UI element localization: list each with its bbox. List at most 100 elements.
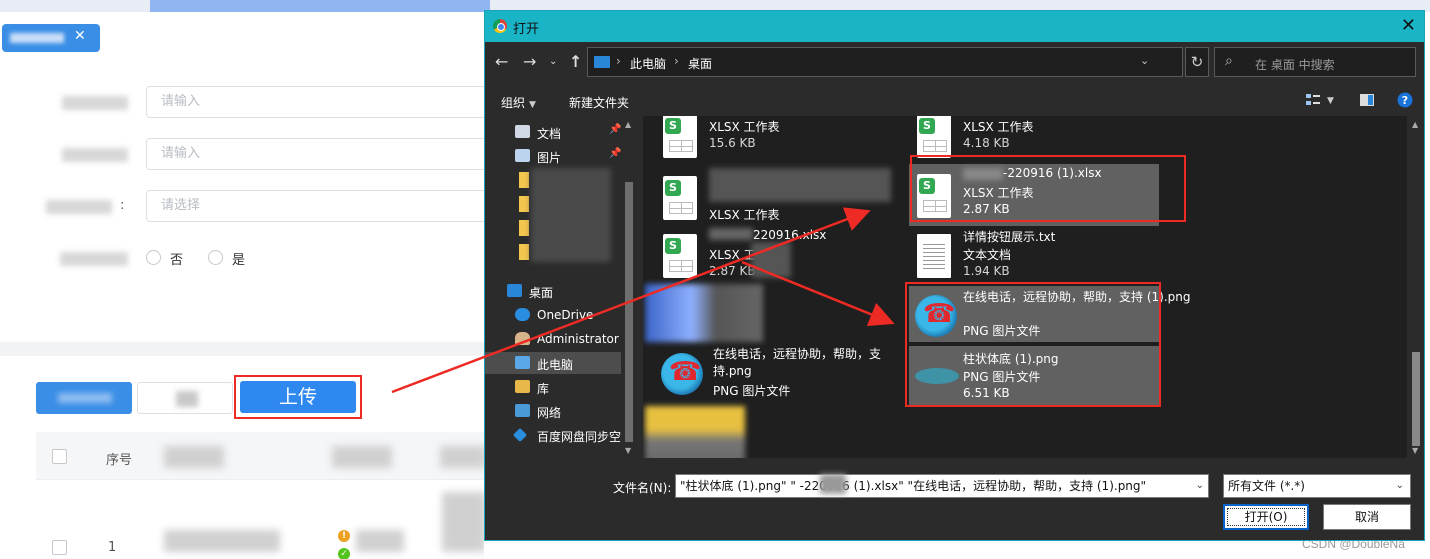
select-all-checkbox[interactable] <box>52 449 67 464</box>
nav-item-libraries[interactable]: 库 <box>485 376 621 398</box>
nav-item-this-pc[interactable]: 此电脑 <box>485 352 621 374</box>
folder-icon <box>519 220 529 236</box>
nav-items-blurred <box>531 168 611 262</box>
form-row-1: 请输入 <box>0 86 490 118</box>
focus-ring <box>1227 508 1305 526</box>
breadcrumb-desktop[interactable]: 桌面 <box>688 55 712 72</box>
organize-button[interactable]: 组织 ▼ <box>501 94 536 111</box>
address-row: ← → ⌄ ↑ › 此电脑 › 桌面 ⌄ ↻ ⌕ 在 桌面 中搜索 <box>485 42 1424 84</box>
computer-icon <box>594 56 610 68</box>
filename-input[interactable]: "柱状体底 (1).png" " -220916 (1).xlsx" "在线电话… <box>675 474 1209 498</box>
overlap-blurred <box>751 242 791 278</box>
dialog-title-bar[interactable]: 打开 ✕ <box>485 11 1424 42</box>
file-item-blurred[interactable] <box>645 284 763 342</box>
nav-item-label: 百度网盘同步空 <box>537 430 622 444</box>
xlsx-file-icon: S <box>663 116 697 158</box>
computer-icon <box>515 356 530 369</box>
file-type: XLSX 工作表 <box>709 120 780 134</box>
field-colon: : <box>120 198 125 213</box>
recent-dropdown-icon[interactable]: ⌄ <box>549 56 557 67</box>
form-row-2: 请输入 <box>0 138 490 170</box>
active-tab-tag[interactable]: ✕ <box>2 24 100 52</box>
nav-scrollbar[interactable]: ▲ ▼ <box>621 116 637 458</box>
pin-icon[interactable]: 📌 <box>609 124 621 135</box>
column-header-blurred <box>440 446 486 468</box>
search-input[interactable]: ⌕ 在 桌面 中搜索 <box>1214 47 1416 77</box>
upload-highlight-box <box>234 375 362 419</box>
view-dropdown-icon[interactable]: ▼ <box>1327 96 1334 106</box>
up-arrow-icon[interactable]: ↑ <box>569 52 582 71</box>
filetype-select[interactable]: 所有文件 (*.*) ⌄ <box>1223 474 1411 498</box>
filter-form: 请输入 请输入 : 请选择 否 是 <box>0 62 490 352</box>
text-input-1[interactable]: 请输入 <box>146 86 490 118</box>
back-arrow-icon[interactable]: ← <box>495 52 508 71</box>
file-item-blurred[interactable] <box>645 406 745 458</box>
file-item[interactable]: S XLSX 工作表 <box>655 168 905 228</box>
command-bar: 组织 ▼ 新建文件夹 ▼ ? <box>485 86 1424 116</box>
new-folder-button[interactable]: 新建文件夹 <box>569 94 629 111</box>
open-button[interactable]: 打开(O) <box>1223 504 1309 530</box>
radio-no[interactable] <box>146 250 161 265</box>
dialog-title: 打开 <box>513 22 540 37</box>
nav-item-documents[interactable]: 文档 📌 <box>485 121 621 143</box>
tag-close-icon[interactable]: ✕ <box>74 28 86 44</box>
scroll-down-icon[interactable]: ▼ <box>1412 446 1418 455</box>
filetype-dropdown-icon[interactable]: ⌄ <box>1396 475 1404 497</box>
radio-no-label: 否 <box>170 253 184 268</box>
selection-highlight-box <box>910 155 1186 222</box>
file-size: 1.94 KB <box>963 264 1010 278</box>
file-item[interactable]: 在线电话，远程协助，帮助，支持.png PNG 图片文件 <box>655 344 905 404</box>
field-label-blurred <box>46 200 112 214</box>
help-icon[interactable]: ? <box>1397 92 1413 108</box>
file-item[interactable]: S 220916.xlsx XLSX 工作表 2.87 KB <box>655 226 905 286</box>
table-row[interactable]: 1 ! ✓ <box>36 492 490 559</box>
forward-arrow-icon[interactable]: → <box>523 52 536 71</box>
file-item[interactable]: 详情按钮展示.txt 文本文档 1.94 KB <box>909 226 1159 286</box>
select-input[interactable]: 请选择 <box>146 190 490 222</box>
nav-item-label: 此电脑 <box>537 358 574 372</box>
preview-pane-icon[interactable] <box>1359 92 1375 108</box>
caret-down-icon: ▼ <box>529 100 536 110</box>
cloud-icon <box>515 308 530 321</box>
nav-item-onedrive[interactable]: OneDrive <box>485 304 621 326</box>
address-dropdown-icon[interactable]: ⌄ <box>1140 54 1149 67</box>
file-type: XLSX 工作表 <box>709 208 780 222</box>
file-open-dialog: 打开 ✕ ← → ⌄ ↑ › 此电脑 › 桌面 ⌄ ↻ ⌕ 在 桌面 中搜索 组… <box>484 10 1425 541</box>
nav-item-label: 图片 <box>537 151 562 165</box>
scroll-up-icon[interactable]: ▲ <box>625 120 631 129</box>
file-name: 在线电话，远程协助，帮助，支持.png <box>713 347 882 378</box>
scroll-up-icon[interactable]: ▲ <box>1412 120 1418 129</box>
address-bar[interactable]: › 此电脑 › 桌面 ⌄ <box>587 47 1183 77</box>
file-scroll-thumb[interactable] <box>1412 352 1420 446</box>
nav-item-baidu-sync[interactable]: 百度网盘同步空 <box>485 424 639 446</box>
file-name: 220916.xlsx <box>753 228 827 242</box>
row-checkbox[interactable] <box>52 540 67 555</box>
field-label-blurred <box>62 96 128 110</box>
secondary-action-button[interactable] <box>137 382 233 414</box>
network-icon <box>515 404 530 417</box>
filename-value: "柱状体底 (1).png" " -220916 (1).xlsx" "在线电话… <box>680 479 1147 493</box>
filename-dropdown-icon[interactable]: ⌄ <box>1196 475 1204 497</box>
form-row-3: : 请选择 <box>0 190 490 222</box>
desktop-icon <box>507 284 522 297</box>
refresh-icon[interactable]: ↻ <box>1185 47 1209 77</box>
file-item[interactable]: S XLSX 工作表 15.6 KB <box>655 116 905 166</box>
nav-item-pictures[interactable]: 图片 📌 <box>485 145 621 167</box>
scroll-down-icon[interactable]: ▼ <box>625 446 631 455</box>
radio-yes[interactable] <box>208 250 223 265</box>
nav-item-administrator[interactable]: Administrator <box>485 328 621 350</box>
primary-action-button[interactable] <box>36 382 132 414</box>
nav-item-label: OneDrive <box>537 308 594 322</box>
organize-label: 组织 <box>501 96 526 110</box>
nav-item-desktop[interactable]: 桌面 <box>485 280 621 302</box>
nav-item-network[interactable]: 网络 <box>485 400 621 422</box>
pin-icon[interactable]: 📌 <box>609 148 621 159</box>
text-input-2[interactable]: 请输入 <box>146 138 490 170</box>
breadcrumb-this-pc[interactable]: 此电脑 <box>630 55 666 72</box>
close-icon[interactable]: ✕ <box>1401 15 1416 36</box>
file-scrollbar[interactable]: ▲ ▼ <box>1409 116 1423 458</box>
nav-scroll-thumb[interactable] <box>625 182 633 442</box>
view-icon[interactable] <box>1305 92 1321 108</box>
cancel-button[interactable]: 取消 <box>1323 504 1411 530</box>
nav-item-label: 网络 <box>537 406 562 420</box>
